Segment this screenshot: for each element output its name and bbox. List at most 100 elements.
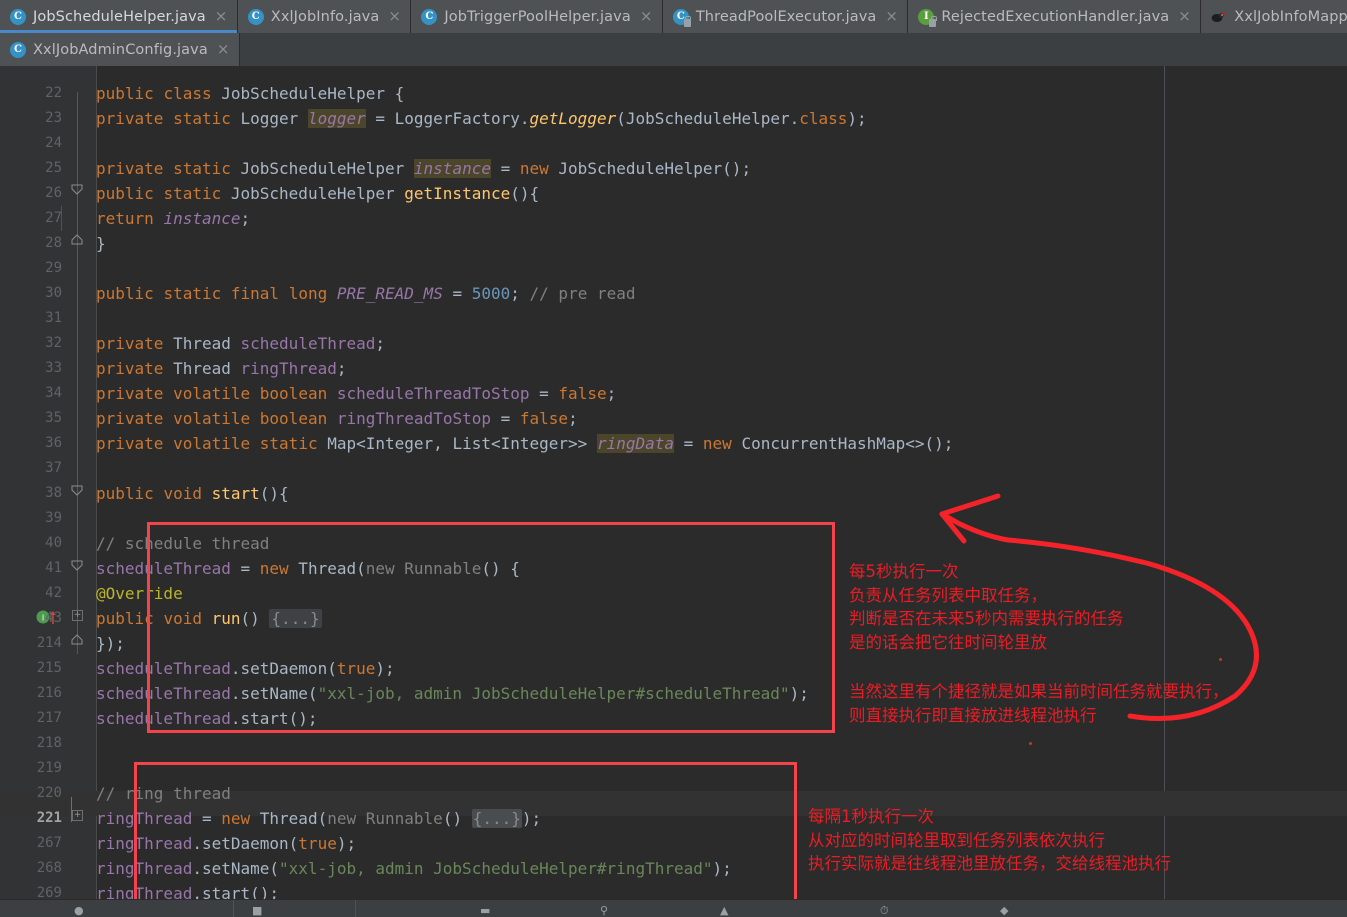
annotation-dot [1029,742,1032,745]
code-line-22: public class JobScheduleHelper { [96,84,405,103]
bottom-tool-window-bar[interactable]: ● ■ ▬ ⚲ ▲ ⏱ ◆ [0,899,1347,917]
annotation-line: 每5秒执行一次 [849,562,959,581]
bottom-bar-segment [0,900,234,917]
line-number: 34 [45,385,62,401]
tab-xxljobinfo[interactable]: C XxlJobInfo.java × [237,0,412,33]
search-tool-icon[interactable]: ⚲ [600,904,608,917]
line-number: 27 [45,210,62,226]
code-line-217: scheduleThread.start(); [96,709,318,728]
line-number-current: 221 [36,810,62,826]
line-number: 33 [45,360,62,376]
line-number: 216 [36,685,62,701]
line-number: 31 [45,310,62,326]
fold-collapse-icon-26[interactable] [71,180,83,195]
tab-label: JobTriggerPoolHelper.java [444,8,631,25]
line-number: 28 [45,235,62,251]
right-margin-guide [1164,66,1165,899]
code-line-221: ringThread = new Thread(new Runnable() {… [96,809,542,828]
tab-bar-filler-2 [239,33,1347,66]
line-number: 38 [45,485,62,501]
tab-xxljobinfomapper[interactable]: XxlJobInfoMapp [1201,0,1347,33]
tab-label: JobScheduleHelper.java [33,8,206,25]
code-line-34: private volatile boolean scheduleThreadT… [96,384,617,403]
code-line-38: public void start(){ [96,484,289,503]
editor-tab-row-1: C JobScheduleHelper.java × C XxlJobInfo.… [0,0,1347,33]
code-line-216: scheduleThread.setName("xxl-job, admin J… [96,684,809,703]
line-number: 25 [45,160,62,176]
code-line-268: ringThread.setName("xxl-job, admin JobSc… [96,859,732,878]
code-line-267: ringThread.setDaemon(true); [96,834,357,853]
line-number: 23 [45,110,62,126]
java-class-icon: C [10,8,26,25]
line-number: 43 [45,610,62,626]
fold-expand-icon-43[interactable]: + [71,609,84,622]
code-line-214: }); [96,634,125,653]
java-class-icon: C [421,8,438,25]
line-number: 42 [45,585,62,601]
java-class-icon: C [247,8,264,25]
fold-collapse-icon-41[interactable] [71,556,83,571]
build-tool-icon[interactable]: ◆ [1000,904,1008,917]
tab-xxljobadminconfig[interactable]: C XxlJobAdminConfig.java × [0,33,240,66]
tab-threadpoolexecutor[interactable]: C ThreadPoolExecutor.java × [662,0,909,33]
line-number: 214 [36,635,62,651]
java-class-readonly-icon: C [672,8,692,27]
annotation-line: 每隔1秒执行一次 [808,807,934,826]
annotation-line: 是的话会把它往时间轮里放 [849,632,1047,652]
code-line-33: private Thread ringThread; [96,359,347,378]
code-line-215: scheduleThread.setDaemon(true); [96,659,395,678]
current-indent-guide [71,797,72,822]
fold-end-icon-28[interactable] [71,231,83,245]
annotation-line: 执行实际就是往线程池里放任务，交给线程池执行 [808,854,1171,873]
code-line-43: public void run() {...} [96,609,322,628]
code-line-27: return instance; [96,209,251,228]
close-icon[interactable]: × [215,9,228,24]
fold-end-icon-214[interactable] [71,631,83,645]
line-number: 41 [45,560,62,576]
tab-jobtriggerpoolhelper[interactable]: C JobTriggerPoolHelper.java × [411,0,663,33]
code-line-36: private volatile static Map<Integer, Lis… [96,434,954,453]
line-number: 269 [36,885,62,899]
problems-tool-icon[interactable]: ▲ [720,904,728,917]
annotation-note-ring: 每隔1秒执行一次从对应的时间轮里取到任务列表依次执行执行实际就是往线程池里放任务… [808,805,1171,876]
code-line-30: public static final long PRE_READ_MS = 5… [96,284,636,303]
tab-rejectedexecutionhandler[interactable]: I RejectedExecutionHandler.java × [908,0,1202,33]
annotation-note-shortcut: 当然这里有个捷径就是如果当前时间任务就要执行， 则直接执行即直接放进线程池执行 [849,680,1229,727]
tab-label: XxlJobInfo.java [270,8,380,25]
annotation-line: 则直接执行即直接放进线程池执行 [849,705,1097,725]
annotation-line: 当然这里有个捷径就是如果当前时间任务就要执行， [849,682,1229,701]
line-number: 26 [45,185,62,201]
tab-jobschedulehelper[interactable]: C JobScheduleHelper.java × [0,0,238,33]
close-icon[interactable]: × [388,9,401,24]
code-editor[interactable]: + + I 22 23 24 25 26 27 28 29 30 31 32 3… [0,66,1347,899]
todo-tool-icon[interactable]: ■ [252,904,262,917]
code-line-26: public static JobScheduleHelper getInsta… [96,184,540,203]
close-icon[interactable]: × [1178,9,1191,24]
line-number: 219 [36,760,62,776]
fold-expand-icon-221[interactable]: + [71,809,84,822]
code-line-220: // ring thread [96,784,231,803]
annotation-line: 判断是否在未来5秒内需要执行的任务 [849,609,1124,628]
close-icon[interactable]: × [885,9,898,24]
close-icon[interactable]: × [640,9,653,24]
java-interface-readonly-icon: I [918,8,937,27]
line-number: 220 [36,785,62,801]
code-line-35: private volatile boolean ringThreadToSto… [96,409,578,428]
line-number: 268 [36,860,62,876]
annotation-line: 从对应的时间轮里取到任务列表依次执行 [808,830,1105,850]
line-number: 37 [45,460,62,476]
close-icon[interactable]: × [217,42,230,57]
line-number: 30 [45,285,62,301]
code-line-269: ringThread.start(); [96,884,280,899]
line-number: 267 [36,835,62,851]
code-line-28: } [96,234,106,253]
tab-label: XxlJobAdminConfig.java [33,41,208,58]
terminal-tool-icon[interactable]: ▬ [480,904,490,917]
editor-tab-bar: C JobScheduleHelper.java × C XxlJobInfo.… [0,0,1347,66]
line-number: 24 [45,135,62,151]
run-tool-icon[interactable]: ● [74,904,84,917]
fold-collapse-icon-38[interactable] [71,481,83,496]
history-tool-icon[interactable]: ⏱ [880,904,889,917]
annotation-line: 负责从任务列表中取任务， [849,585,1047,605]
code-line-40: // schedule thread [96,534,270,553]
